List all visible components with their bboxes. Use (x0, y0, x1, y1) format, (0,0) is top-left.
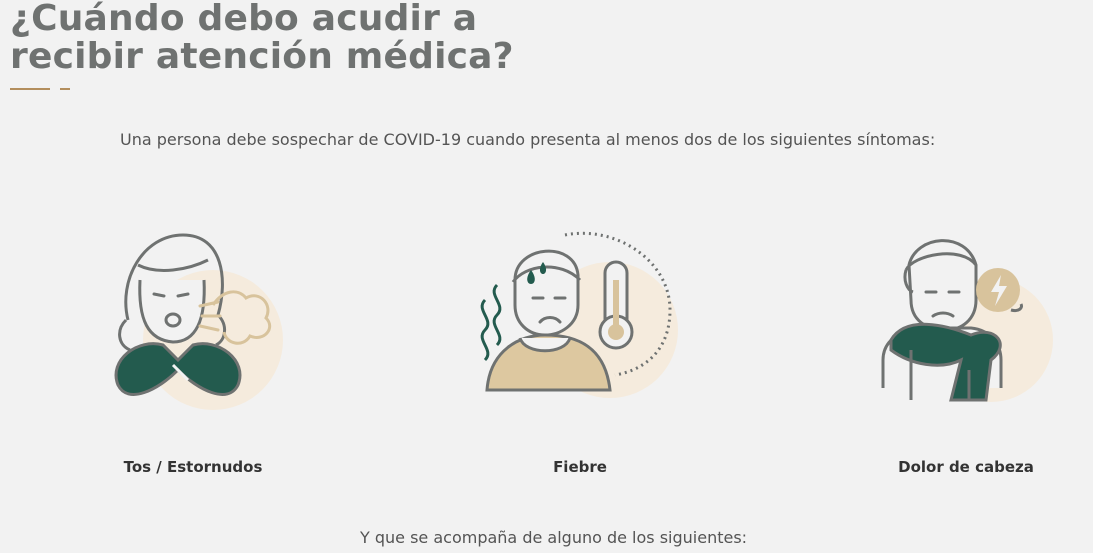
headache-person-icon (881, 239, 1053, 402)
symptom-label: Tos / Estornudos (123, 458, 263, 476)
outro-text: Y que se acompaña de alguno de los sigui… (360, 528, 748, 547)
page-title-line-1: ¿Cuándo debo acudir a (10, 0, 478, 39)
symptom-label: Fiebre (553, 458, 607, 476)
symptom-label: Dolor de cabeza (898, 458, 1034, 476)
title-underline-long (10, 88, 50, 90)
symptom-cough: Tos / Estornudos (78, 220, 308, 490)
page-title: ¿Cuándo debo acudir a recibir atención m… (10, 0, 514, 76)
coughing-person-icon (114, 233, 283, 410)
title-underline-short (60, 88, 70, 90)
symptom-headache: Dolor de cabeza (851, 220, 1081, 490)
page-title-line-2: recibir atención médica? (10, 36, 514, 77)
intro-text: Una persona debe sospechar de COVID-19 c… (120, 130, 936, 149)
fever-person-icon (480, 231, 678, 398)
symptom-fever: Fiebre (465, 220, 695, 490)
